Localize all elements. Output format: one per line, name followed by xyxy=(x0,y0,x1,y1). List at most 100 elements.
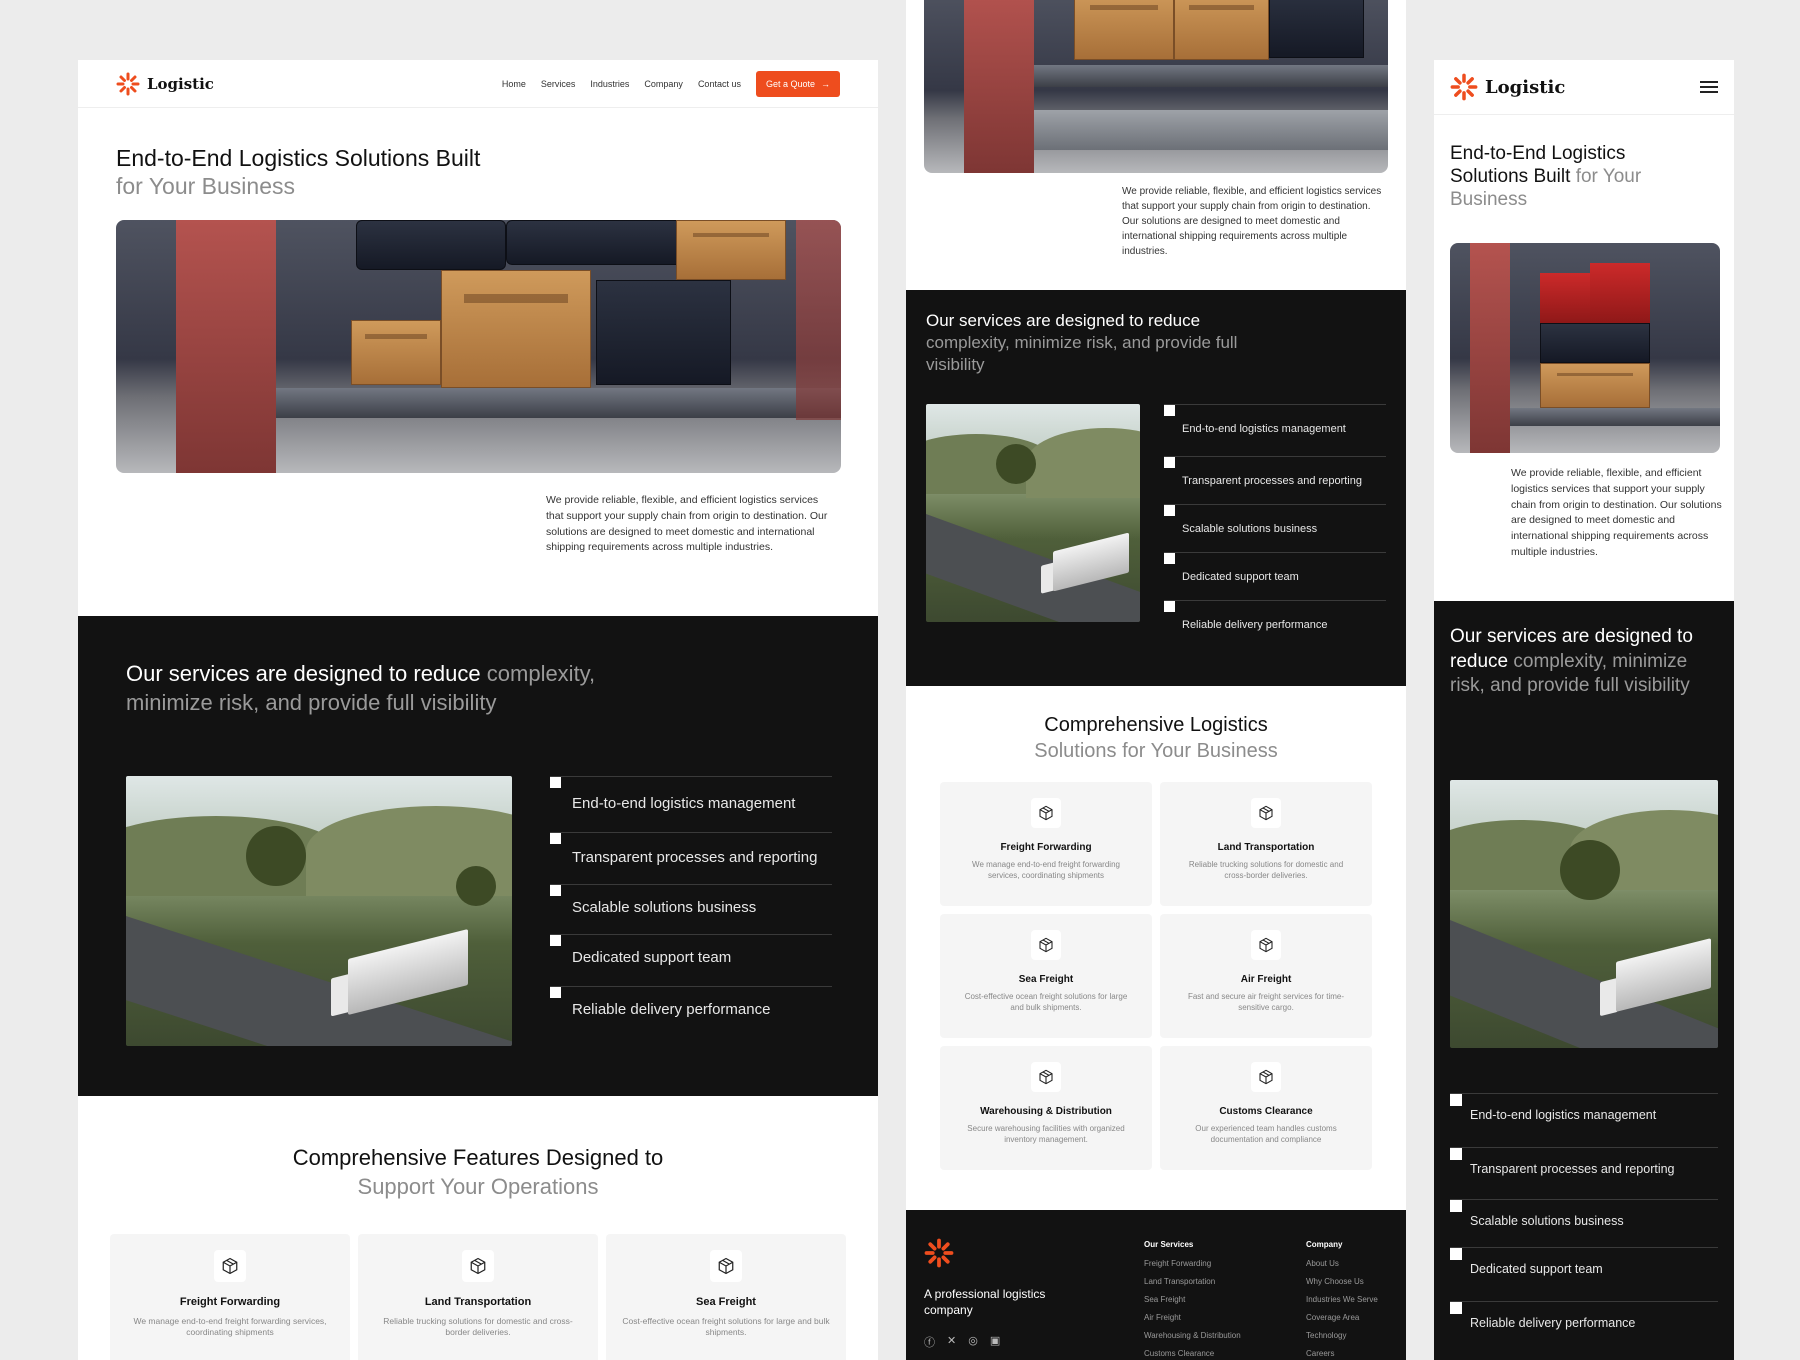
footer-link[interactable]: Customs Clearance xyxy=(1144,1349,1241,1358)
checklist-item: End-to-end logistics management xyxy=(1450,1093,1718,1147)
checkbox-square-icon xyxy=(550,885,561,896)
checklist-item-text: Transparent processes and reporting xyxy=(572,849,818,866)
checkbox-square-icon xyxy=(1164,553,1175,564)
box-icon xyxy=(222,1257,238,1275)
brand-name: Logistic xyxy=(147,74,214,93)
checkbox-square-icon xyxy=(1450,1302,1462,1314)
checklist-item-text: Transparent processes and reporting xyxy=(1182,475,1362,487)
mobile-brand-name: Logistic xyxy=(1485,76,1566,98)
arrow-right-icon: → xyxy=(821,78,830,89)
nav-services[interactable]: Services xyxy=(541,79,576,89)
footer-company-column: Company About Us Why Choose Us Industrie… xyxy=(1306,1240,1378,1360)
card-description: Our experienced team handles customs doc… xyxy=(1195,1124,1337,1144)
checklist-item: Reliable delivery performance xyxy=(1164,600,1386,648)
mobile-services-intro-title: Our services are designed to reduce comp… xyxy=(1450,625,1700,699)
mobile-header: Logistic xyxy=(1434,60,1734,115)
box-icon xyxy=(1259,1069,1273,1085)
tablet-services-intro-section: Our services are designed to reduce comp… xyxy=(906,290,1406,686)
footer-link[interactable]: Air Freight xyxy=(1144,1313,1241,1322)
card-icon-wrap xyxy=(1251,798,1281,828)
nav-contact[interactable]: Contact us xyxy=(698,79,741,89)
footer-link[interactable]: Land Transportation xyxy=(1144,1277,1241,1286)
tablet-services-checklist: End-to-end logistics management Transpar… xyxy=(1164,404,1386,648)
get-quote-button[interactable]: Get a Quote → xyxy=(755,70,840,97)
checklist-item-text: End-to-end logistics management xyxy=(1182,423,1346,435)
nav-industries[interactable]: Industries xyxy=(590,79,629,89)
nav-company[interactable]: Company xyxy=(644,79,683,89)
hamburger-menu-icon[interactable] xyxy=(1700,80,1718,94)
checklist-item: Transparent processes and reporting xyxy=(1450,1147,1718,1199)
tablet-features-title: Comprehensive Logistics Solutions for Yo… xyxy=(906,712,1406,764)
sunburst-logo-icon xyxy=(924,1238,954,1268)
service-card-land-transportation[interactable]: Land Transportation Reliable trucking so… xyxy=(358,1234,598,1360)
footer-link[interactable]: Freight Forwarding xyxy=(1144,1259,1241,1268)
footer-company-heading: Company xyxy=(1306,1240,1343,1249)
tablet-card-sea-freight[interactable]: Sea Freight Cost-effective ocean freight… xyxy=(940,914,1152,1038)
services-intro-title: Our services are designed to reduce comp… xyxy=(126,660,686,717)
checklist-item: Transparent processes and reporting xyxy=(1164,456,1386,504)
card-title: Land Transportation xyxy=(1217,842,1315,853)
sunburst-logo-icon xyxy=(1450,73,1478,101)
tablet-card-customs-clearance[interactable]: Customs Clearance Our experienced team h… xyxy=(1160,1046,1372,1170)
tablet-services-intro-title-soft: complexity, minimize risk, and provide f… xyxy=(926,333,1238,375)
card-icon-wrap xyxy=(214,1250,246,1282)
tablet-services-intro-title: Our services are designed to reduce comp… xyxy=(926,310,1286,376)
card-icon-wrap xyxy=(1251,930,1281,960)
linkedin-icon[interactable]: ▣ xyxy=(990,1334,1000,1350)
checklist-item-text: Scalable solutions business xyxy=(572,899,757,916)
footer-link[interactable]: Careers xyxy=(1306,1349,1378,1358)
checklist-item: Scalable solutions business xyxy=(550,884,832,934)
card-title: Freight Forwarding xyxy=(1000,842,1092,853)
card-description: Secure warehousing facilities with organ… xyxy=(967,1124,1125,1144)
tablet-features-title-soft: Solutions for Your Business xyxy=(1034,740,1278,762)
card-title: Warehousing & Distribution xyxy=(980,1106,1112,1117)
checklist-item: Reliable delivery performance xyxy=(1450,1301,1718,1353)
footer-link[interactable]: Why Choose Us xyxy=(1306,1277,1378,1286)
card-description: We manage end-to-end freight forwarding … xyxy=(972,860,1120,880)
box-icon xyxy=(1039,937,1053,953)
card-icon-wrap xyxy=(710,1250,742,1282)
box-icon xyxy=(1259,937,1273,953)
card-description: Cost-effective ocean freight solutions f… xyxy=(964,992,1128,1012)
card-title: Air Freight xyxy=(1240,974,1292,985)
service-card-sea-freight[interactable]: Sea Freight Cost-effective ocean freight… xyxy=(606,1234,846,1360)
footer-link[interactable]: Sea Freight xyxy=(1144,1295,1241,1304)
facebook-icon[interactable]: ⓕ xyxy=(924,1334,935,1350)
tablet-card-freight-forwarding[interactable]: Freight Forwarding We manage end-to-end … xyxy=(940,782,1152,906)
checklist-item: Dedicated support team xyxy=(1164,552,1386,600)
box-icon xyxy=(1039,805,1053,821)
footer-link[interactable]: Coverage Area xyxy=(1306,1313,1378,1322)
checklist-item: End-to-end logistics management xyxy=(550,776,832,832)
tablet-frame: We provide reliable, flexible, and effic… xyxy=(906,0,1406,1360)
card-icon-wrap xyxy=(462,1250,494,1282)
card-title: Freight Forwarding xyxy=(179,1296,281,1308)
features-title-soft: Support Your Operations xyxy=(357,1173,599,1199)
footer-link[interactable]: Industries We Serve xyxy=(1306,1295,1378,1304)
checklist-item-text: End-to-end logistics management xyxy=(1470,1108,1657,1122)
mobile-highway-image xyxy=(1450,780,1718,1048)
checklist-item-text: Scalable solutions business xyxy=(1182,523,1318,535)
hero-title: End-to-End Logistics Solutions Built for… xyxy=(116,144,536,200)
footer-tagline: A professional logistics company xyxy=(924,1287,1046,1318)
tablet-highway-image xyxy=(926,404,1140,622)
footer-link[interactable]: Technology xyxy=(1306,1331,1378,1340)
service-card-freight-forwarding[interactable]: Freight Forwarding We manage end-to-end … xyxy=(110,1234,350,1360)
tablet-card-land-transportation[interactable]: Land Transportation Reliable trucking so… xyxy=(1160,782,1372,906)
tablet-card-warehousing[interactable]: Warehousing & Distribution Secure wareho… xyxy=(940,1046,1152,1170)
card-description: Reliable trucking solutions for domestic… xyxy=(1188,860,1344,880)
tablet-card-air-freight[interactable]: Air Freight Fast and secure air freight … xyxy=(1160,914,1372,1038)
mobile-brand-logo[interactable]: Logistic xyxy=(1450,73,1565,101)
footer-link[interactable]: About Us xyxy=(1306,1259,1378,1268)
x-icon[interactable]: ✕ xyxy=(947,1334,956,1350)
checkbox-square-icon xyxy=(1164,601,1175,612)
footer-link[interactable]: Warehousing & Distribution xyxy=(1144,1331,1241,1340)
checklist-item-text: End-to-end logistics management xyxy=(572,795,796,812)
hero-title-soft: for Your Business xyxy=(116,173,296,200)
instagram-icon[interactable]: ◎ xyxy=(968,1334,978,1350)
nav-home[interactable]: Home xyxy=(502,79,526,89)
brand-logo[interactable]: Logistic xyxy=(116,72,214,96)
checkbox-square-icon xyxy=(1450,1148,1462,1160)
checklist-item-text: Reliable delivery performance xyxy=(1182,619,1328,631)
box-icon xyxy=(470,1257,486,1275)
mobile-truck-image xyxy=(1450,243,1720,453)
